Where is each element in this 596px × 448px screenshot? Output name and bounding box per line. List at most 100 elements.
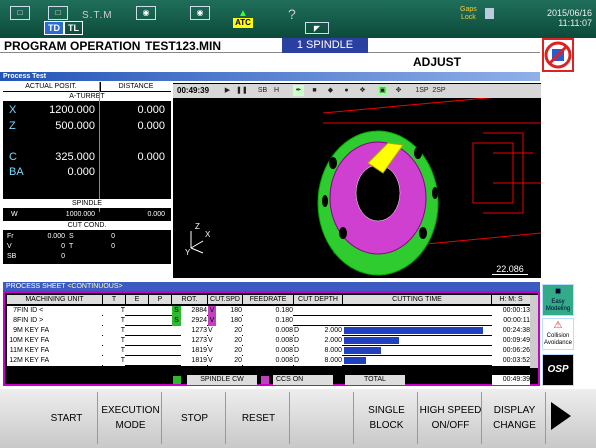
monitor-icon[interactable]: ◉ [190,6,210,20]
feedrate: 0.180 [243,306,293,316]
tool-flag: T [103,326,125,336]
next-page-arrow-icon[interactable] [551,402,571,430]
spindle-1-button[interactable]: 1SP [415,85,429,96]
panel-title: Process Test [0,72,540,81]
modeling-icon: ■ [554,286,562,297]
machining-unit: FIN ID > [17,316,102,326]
total-time: 00:49:39 [492,375,530,385]
collision-avoidance-button[interactable]: ⚠ Collision Avoidance [542,318,574,350]
process-table: MACHINING UNIT T E P ROT. CUT.SPD FEEDRA… [3,291,540,386]
actual-value: 0.000 [67,166,95,178]
function-key-6[interactable]: SINGLE BLOCK [356,392,418,444]
simulation-view[interactable] [173,83,542,278]
function-key-1[interactable]: START [36,392,98,444]
col-header: T [103,295,125,304]
cut-depth: 8.000 [301,346,342,356]
cut-speed: 20 [216,356,242,366]
function-key-7[interactable]: HIGH SPEED ON/OFF [420,392,482,444]
cut-depth: 8.000 [301,356,342,366]
screen-icon[interactable]: □ [10,6,30,20]
cutting-time: 00:00:11 [492,316,530,326]
function-key-5[interactable] [292,392,354,444]
col-header: P [149,295,171,304]
camera-icon[interactable]: ◉ [136,6,156,20]
cut-depth: 2.000 [301,336,342,346]
spindle-tab[interactable]: 1 SPINDLE [282,38,368,53]
holder-icon[interactable]: ■ [309,85,320,96]
turret-header: A-TURRET [3,92,171,101]
col-header: FEEDRATE [243,295,293,304]
axis-label: BA [9,166,24,178]
axis-label: C [9,151,17,163]
cutting-time: 00:24:38 [492,326,530,336]
col-header: CUTTING TIME [343,295,491,304]
cutting-time-bar [344,327,483,334]
cutting-time: 00:09:49 [492,336,530,346]
wire-icon[interactable]: ❖ [357,85,368,96]
total-label: TOTAL [345,375,405,385]
feedrate: 0.008 [243,326,293,336]
section-icon[interactable]: ▣ [377,85,388,96]
row-number: 11 [7,346,17,356]
function-key-2[interactable]: EXECUTION MODE [100,392,162,444]
fr-label: Fr [7,233,14,240]
zoom-icon[interactable]: ✥ [393,85,404,96]
col-header: CUT DEPTH [294,295,342,304]
collision-icon: ⚠ [553,320,563,331]
function-key-8[interactable]: DISPLAY CHANGE [484,392,546,444]
cut-speed: 20 [216,346,242,356]
cutting-time: 00:03:52 [492,356,530,366]
depth-flag: D [294,356,301,366]
machining-unit: M KEY FA [17,346,102,356]
single-block-icon[interactable]: SB [257,85,268,96]
elapsed-time: 00:49:39 [177,86,210,95]
document-icon[interactable] [485,8,494,19]
spindle-2-button[interactable]: 2SP [432,85,446,96]
col-header: MACHINING UNIT [7,295,102,304]
scale-label: 22.086 [492,264,528,275]
axis-y-label: Y [185,248,191,257]
easy-modeling-button[interactable]: ■ Easy Modeling [542,284,574,316]
ccs-on-legend: CCS ON [273,375,333,385]
rotation: 1273 [181,326,207,336]
actual-value: 325.000 [55,151,95,163]
depth-flag: D [294,326,301,336]
tool-flag: T [103,346,125,356]
pause-icon[interactable]: ❚❚ [236,85,248,96]
actual-position-header: ACTUAL POSIT. [3,82,99,91]
date: 2015/06/16 [546,8,592,18]
rotation: 1273 [181,336,207,346]
sb-value: 0 [61,253,65,260]
stop-display-icon[interactable] [542,38,574,72]
h-icon[interactable]: H [271,85,282,96]
col-header: E [126,295,148,304]
cut-cond-header: CUT COND. [3,221,171,230]
stm-label: S.T.M [82,10,113,21]
function-key-4[interactable]: RESET [228,392,290,444]
cutting-time-bar [344,337,400,344]
scrollbar[interactable] [530,295,538,368]
spindle-distance: 0.000 [147,211,165,218]
s-label: S [69,233,74,240]
window-icon[interactable]: □ [48,6,68,20]
machining-unit: M KEY FA [17,356,102,366]
actual-value: 500.000 [55,120,95,132]
css-flag: V [208,316,216,326]
process-sheet-label: PROCESS SHEET [6,283,66,290]
cut-depth: 2.000 [301,326,342,336]
distance-header: DISTANCE [101,82,171,91]
osp-logo[interactable]: OSP [542,354,574,386]
tool-icon[interactable]: ✒ [293,85,304,96]
solid-icon[interactable]: ● [341,85,352,96]
cut-speed: 180 [216,316,242,326]
axis-x-label: X [205,230,211,239]
cutting-time: 00:06:26 [492,346,530,356]
function-key-3[interactable]: STOP [164,392,226,444]
css-flag: V [208,336,216,346]
col-header: H: M: S [492,295,530,304]
cube-icon[interactable]: ◆ [325,85,336,96]
play-icon[interactable]: ▶ [222,85,233,96]
spindle-actual: 1000.000 [65,211,95,218]
sb-label: SB [7,253,17,260]
help-icon[interactable]: ? [288,6,296,22]
